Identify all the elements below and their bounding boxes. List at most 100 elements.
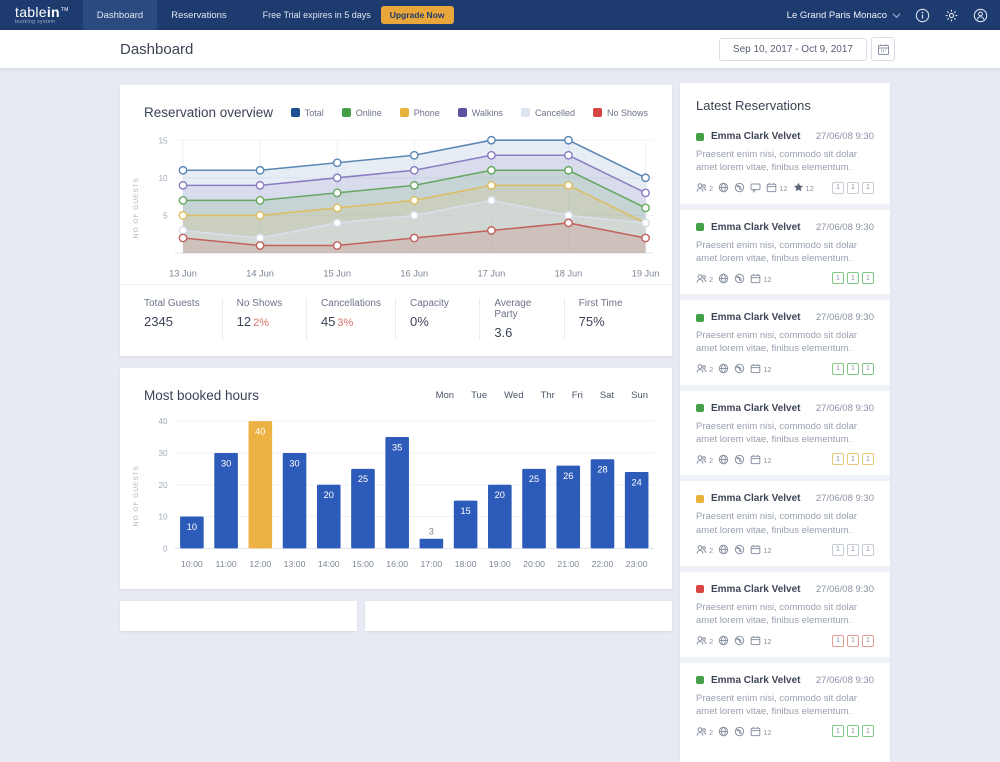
reservation-datetime: 27/06/08 9:30 [815,131,874,142]
date-range-picker[interactable]: Sep 10, 2017 - Oct 9, 2017 [718,37,867,61]
venue-selector[interactable]: Le Grand Paris Monaco [787,10,901,21]
guest-name: Emma Clark Velvet [711,583,801,595]
app-logo[interactable]: tableinTM booking system [15,5,69,25]
svg-text:20: 20 [158,481,168,490]
calendar-icon: 12 [750,726,772,737]
phone-icon [734,726,745,737]
status-badge [696,132,704,141]
gear-icon[interactable] [944,8,959,23]
stat-value: 75% [578,313,605,329]
legend-item[interactable]: Total [290,107,324,118]
day-tab-sun[interactable]: Sun [631,390,648,401]
day-tab-mon[interactable]: Mon [436,390,454,401]
meta-value: 2 [709,546,714,556]
table-badge: 1 [862,543,874,556]
app-logo-text: tableinTM [15,4,69,20]
stat-value: 2345 [144,313,173,329]
main-column: Reservation overview Total Online Phone Wal… [120,85,672,631]
phone-icon [734,182,745,193]
svg-text:16 Jun: 16 Jun [400,269,428,279]
guest-name: Emma Clark Velvet [711,221,801,233]
user-icon[interactable] [973,8,988,23]
meta-value: 12 [763,727,772,737]
svg-text:17 Jun: 17 Jun [478,269,506,279]
day-tab-thr[interactable]: Thr [541,390,555,401]
table-badge: 1 [847,181,859,194]
day-tab-wed[interactable]: Wed [504,390,523,401]
day-tab-sat[interactable]: Sat [600,390,614,401]
meta-value: 2 [709,365,714,375]
svg-text:11:00: 11:00 [216,559,237,569]
nav-tab-dashboard[interactable]: Dashboard [82,0,158,30]
phone-icon [734,363,745,374]
info-icon[interactable] [915,8,930,23]
status-badge [696,494,704,503]
table-badge: 1 [832,453,844,466]
reservation-item[interactable]: Emma Clark Velvet 27/06/08 9:30 Praesent e… [696,572,874,657]
users-icon: 2 [696,726,713,737]
reservation-item[interactable]: Emma Clark Velvet 27/06/08 9:30 Praesent e… [696,119,874,204]
calendar-icon: 12 [750,544,772,556]
legend-item[interactable]: Cancelled [520,107,575,118]
svg-text:5: 5 [163,211,168,220]
reservation-item[interactable]: Emma Clark Velvet 27/06/08 9:30 Praesent e… [696,210,874,295]
guest-name: Emma Clark Velvet [711,674,801,686]
meta-value: 12 [805,184,814,194]
phone-icon [734,544,745,555]
reservation-item[interactable]: Emma Clark Velvet 27/06/08 9:30 Praesent e… [696,391,874,476]
upgrade-now-button[interactable]: Upgrade Now [380,6,454,24]
table-badges: 111 [832,725,874,738]
legend-item[interactable]: Phone [399,108,440,118]
table-badge: 1 [832,362,844,375]
reservation-item[interactable]: Emma Clark Velvet 27/06/08 9:30 Praesent e… [696,663,874,748]
nav-right: Le Grand Paris Monaco [787,8,988,23]
legend-label: Cancelled [534,107,575,118]
svg-text:15: 15 [460,506,470,516]
svg-text:12:00: 12:00 [249,559,271,569]
reservation-item[interactable]: Emma Clark Velvet 27/06/08 9:30 Praesent e… [696,300,874,385]
svg-text:18 Jun: 18 Jun [555,269,583,279]
latest-reservations-panel: Latest Reservations Emma Clark Velvet 27/… [680,83,890,762]
reservation-note: Praesent enim nisi, commodo sit dolar am… [696,330,858,355]
meta-value: 12 [763,274,772,284]
svg-text:35: 35 [392,442,402,452]
calendar-icon: 12 [766,182,788,193]
meta-value: 12 [763,546,772,556]
bar-12:00 [248,420,273,549]
legend-item[interactable]: Online [341,108,382,118]
guest-name: Emma Clark Velvet [711,402,801,414]
svg-text:22:00: 22:00 [592,559,614,569]
svg-text:28: 28 [597,464,607,474]
meta-value: 12 [763,455,772,465]
stat-percent: 3% [337,316,354,329]
partial-card-right [365,600,672,631]
day-tab-fri[interactable]: Fri [572,390,583,401]
stat-percent: 2% [253,316,269,329]
svg-text:20: 20 [324,490,334,500]
svg-text:26: 26 [563,471,573,481]
app-logo-tagline: booking system [15,19,56,25]
table-badge: 1 [862,181,874,194]
globe-icon [718,273,729,284]
most-booked-hours-card: Most booked hours Mon Tue Wed Thr Fri Sat Sun … [120,367,672,589]
status-badge [696,676,704,685]
nav-tab-reservations[interactable]: Reservations [157,0,240,30]
chevron-down-icon [892,12,901,18]
day-tab-tue[interactable]: Tue [471,390,487,401]
reservation-note: Praesent enim nisi, commodo sit dolar am… [696,239,858,264]
legend-label: Total [304,107,324,118]
legend-item[interactable]: No Shows [592,107,648,118]
table-badge: 1 [862,725,874,738]
phone-icon [734,273,745,284]
legend-label: No Shows [606,107,648,118]
reservation-note: Praesent enim nisi, commodo sit dolar am… [696,692,858,717]
table-badge: 1 [847,543,859,556]
globe-icon [718,454,729,465]
phone-icon [734,635,745,646]
reservation-note: Praesent enim nisi, commodo sit dolar am… [696,511,858,536]
legend-item[interactable]: Walkins [457,108,503,118]
calendar-button[interactable] [871,37,895,61]
legend-swatch [592,108,602,117]
legend-swatch [290,108,300,117]
reservation-item[interactable]: Emma Clark Velvet 27/06/08 9:30 Praesent e… [696,481,874,566]
